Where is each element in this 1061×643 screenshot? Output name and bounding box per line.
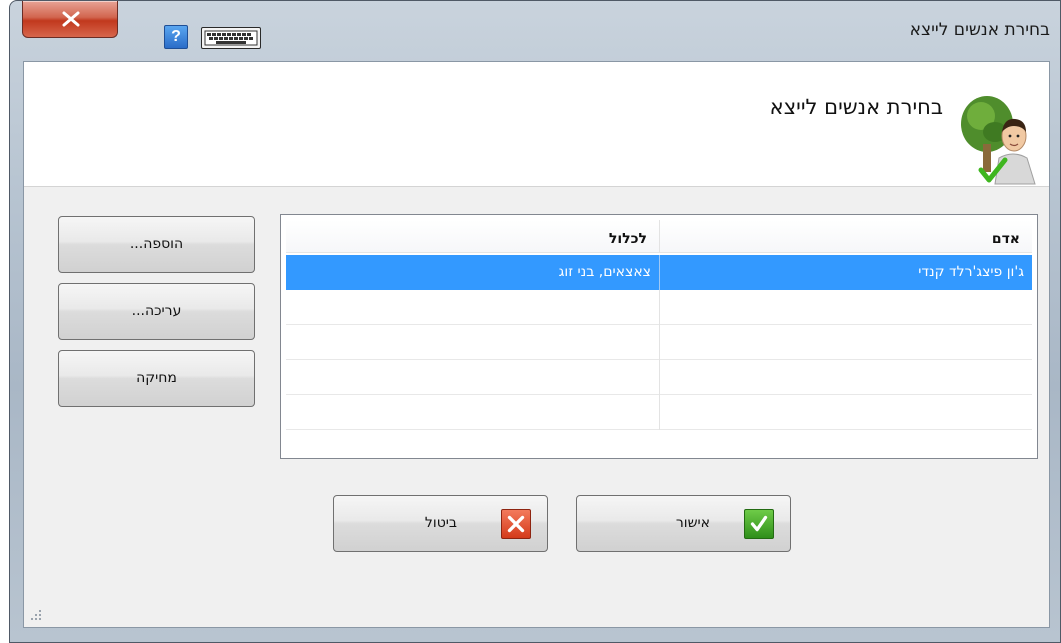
column-header-include[interactable]: לכלול — [286, 220, 660, 253]
people-list[interactable]: אדם לכלול ג'ון פיצג'רלד קנדי צאצאים, בני… — [280, 214, 1038, 459]
table-row[interactable] — [286, 395, 1032, 430]
help-icon: ? — [171, 28, 181, 45]
delete-button[interactable]: מחיקה — [58, 350, 255, 407]
table-row[interactable]: ג'ון פיצג'רלד קנדי צאצאים, בני זוג — [286, 255, 1032, 290]
cancel-label: ביטול — [424, 515, 457, 531]
resize-grip-icon[interactable] — [30, 609, 42, 621]
row-include-cell — [286, 395, 660, 430]
checkmark-icon — [744, 509, 774, 539]
dialog-client-area: בחירת אנשים לייצא הוספה... עריכה... מחיק… — [23, 61, 1050, 628]
close-x-icon — [62, 11, 80, 27]
cancel-button[interactable]: ביטול — [333, 495, 548, 552]
row-person-cell — [660, 290, 1032, 325]
title-bar[interactable]: ? בחירת אנשים לייצא — [10, 1, 1060, 61]
row-include-cell — [286, 325, 660, 360]
row-person-cell — [660, 360, 1032, 395]
edit-button[interactable]: עריכה... — [58, 283, 255, 340]
table-row[interactable] — [286, 325, 1032, 360]
table-row[interactable] — [286, 360, 1032, 395]
list-rows: ג'ון פיצג'רלד קנדי צאצאים, בני זוג — [286, 255, 1032, 458]
row-person-cell: ג'ון פיצג'רלד קנדי — [918, 264, 1024, 280]
row-include-cell — [286, 290, 660, 325]
header-band: בחירת אנשים לייצא — [24, 62, 1049, 187]
row-person-cell — [660, 325, 1032, 360]
row-include-cell: צאצאים, בני זוג — [286, 255, 660, 290]
page-title: בחירת אנשים לייצא — [769, 95, 943, 119]
ok-label: אישור — [675, 515, 710, 531]
column-header-person[interactable]: אדם — [660, 220, 1032, 253]
ok-button[interactable]: אישור — [576, 495, 791, 552]
tree-person-check-icon — [961, 96, 1036, 185]
add-button[interactable]: הוספה... — [58, 216, 255, 273]
close-button[interactable] — [22, 1, 118, 38]
keyboard-button[interactable] — [201, 27, 261, 49]
row-person-cell — [660, 395, 1032, 430]
dialog-window: ? בחירת אנשים לייצא בחירת אנשים לייצא הו… — [9, 0, 1061, 643]
keyboard-icon — [204, 30, 258, 46]
help-button[interactable]: ? — [164, 25, 188, 49]
x-icon — [501, 509, 531, 539]
row-include-cell — [286, 360, 660, 395]
list-header: אדם לכלול — [286, 220, 1032, 253]
window-title: בחירת אנשים לייצא — [909, 20, 1050, 40]
table-row[interactable] — [286, 290, 1032, 325]
